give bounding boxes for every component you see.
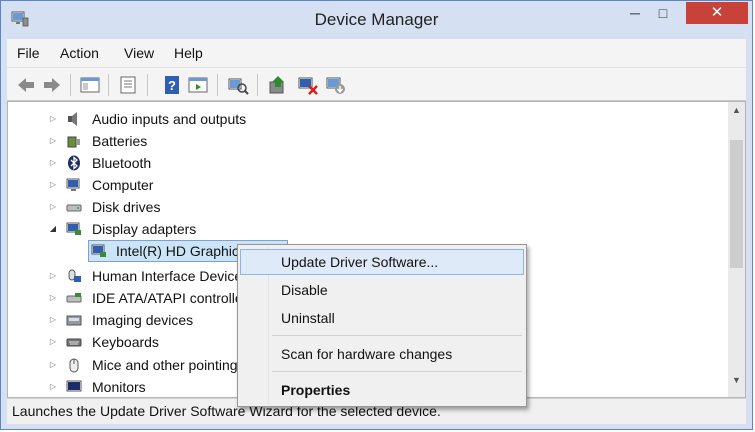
tree-item-label: Bluetooth bbox=[92, 155, 152, 171]
expand-arrow-icon[interactable]: ▷ bbox=[48, 196, 58, 218]
tree-item-label: Imaging devices bbox=[92, 312, 194, 328]
speaker-icon bbox=[68, 112, 77, 126]
expand-arrow-icon[interactable]: ▷ bbox=[48, 130, 58, 152]
menu-file[interactable]: File bbox=[17, 39, 40, 67]
scroll-up-arrow-icon[interactable]: ▲ bbox=[728, 102, 745, 119]
tree-item-monitors[interactable]: ▷ Monitors bbox=[8, 376, 258, 397]
menu-scan-for-hardware-changes[interactable]: Scan for hardware changes bbox=[240, 341, 524, 367]
tree-item-label: Display adapters bbox=[92, 221, 197, 237]
menu-action[interactable]: Action bbox=[60, 39, 99, 67]
maximize-button[interactable]: □ bbox=[649, 2, 677, 24]
tree-item-label: Batteries bbox=[92, 133, 148, 149]
display-adapter-icon bbox=[91, 244, 106, 257]
context-menu-separator bbox=[272, 335, 522, 336]
menu-uninstall[interactable]: Uninstall bbox=[240, 305, 524, 331]
collapse-arrow-icon[interactable]: ◢ bbox=[48, 218, 58, 240]
tree-item-label: Intel(R) HD Graphics bbox=[116, 243, 246, 259]
expand-arrow-icon[interactable]: ▷ bbox=[48, 152, 58, 174]
forward-arrow-icon[interactable] bbox=[41, 74, 63, 96]
battery-icon bbox=[67, 136, 80, 148]
action-pane-icon[interactable] bbox=[187, 74, 209, 96]
tree-item-batteries[interactable]: ▷ Batteries bbox=[8, 130, 258, 152]
toolbar-separator bbox=[70, 74, 71, 96]
toolbar-separator bbox=[108, 74, 109, 96]
scroll-down-arrow-icon[interactable]: ▼ bbox=[728, 372, 745, 389]
tree-item-keyboards[interactable]: ▷ Keyboards bbox=[8, 331, 258, 353]
menu-disable[interactable]: Disable bbox=[240, 277, 524, 303]
menu-help[interactable]: Help bbox=[174, 39, 203, 67]
tree-item-disk-drives[interactable]: ▷ Disk drives bbox=[8, 196, 258, 218]
ide-controller-icon bbox=[66, 293, 82, 303]
back-arrow-icon[interactable] bbox=[15, 74, 37, 96]
expand-arrow-icon[interactable]: ▷ bbox=[48, 376, 58, 397]
context-menu: Update Driver Software... Disable Uninst… bbox=[237, 244, 527, 407]
tree-item-computer[interactable]: ▷ Computer bbox=[8, 174, 258, 196]
tree-item-label: Monitors bbox=[92, 379, 146, 395]
tree-item-mice[interactable]: ▷ Mice and other pointing devices bbox=[8, 354, 289, 376]
disk-drive-icon bbox=[66, 204, 82, 212]
monitor-icon bbox=[66, 380, 82, 392]
expand-arrow-icon[interactable]: ▷ bbox=[48, 108, 58, 130]
vertical-scrollbar[interactable]: ▲ ▼ bbox=[728, 102, 745, 397]
scroll-thumb[interactable] bbox=[730, 140, 743, 268]
tree-item-ide-ata-atapi[interactable]: ▷ IDE ATA/ATAPI controllers bbox=[8, 287, 258, 309]
tree-item-label: IDE ATA/ATAPI controllers bbox=[92, 290, 255, 306]
bluetooth-icon bbox=[68, 155, 80, 171]
context-menu-separator bbox=[272, 371, 522, 372]
tree-item-imaging-devices[interactable]: ▷ Imaging devices bbox=[8, 309, 258, 331]
scan-hardware-icon[interactable] bbox=[227, 74, 249, 96]
tree-item-bluetooth[interactable]: ▷ Bluetooth bbox=[8, 152, 258, 174]
mouse-icon bbox=[69, 358, 79, 373]
expand-arrow-icon[interactable]: ▷ bbox=[48, 331, 58, 353]
properties-icon[interactable] bbox=[117, 74, 139, 96]
tree-item-audio[interactable]: ▷ Audio inputs and outputs bbox=[8, 108, 258, 130]
svg-text:?: ? bbox=[168, 78, 176, 93]
display-adapter-icon bbox=[66, 222, 81, 235]
menu-bar: File Action View Help bbox=[7, 39, 746, 67]
close-button[interactable]: ✕ bbox=[686, 2, 748, 24]
expand-arrow-icon[interactable]: ▷ bbox=[48, 174, 58, 196]
expand-arrow-icon[interactable]: ▷ bbox=[48, 354, 58, 376]
toolbar-separator bbox=[257, 74, 258, 96]
menu-view[interactable]: View bbox=[124, 39, 154, 67]
tree-item-label: Disk drives bbox=[92, 199, 161, 215]
minimize-button[interactable]: ─ bbox=[621, 2, 649, 24]
expand-arrow-icon[interactable]: ▷ bbox=[48, 309, 58, 331]
tree-item-display-adapters[interactable]: ◢ Display adapters bbox=[8, 218, 258, 240]
uninstall-device-icon[interactable] bbox=[325, 74, 347, 96]
hid-icon bbox=[68, 269, 81, 282]
computer-icon bbox=[66, 178, 80, 191]
tree-item-human-interface-devices[interactable]: ▷ Human Interface Devices bbox=[8, 265, 258, 287]
help-icon[interactable]: ? bbox=[161, 74, 183, 96]
expand-arrow-icon[interactable]: ▷ bbox=[48, 287, 58, 309]
expand-arrow-icon[interactable]: ▷ bbox=[48, 265, 58, 287]
disable-device-icon[interactable] bbox=[297, 74, 319, 96]
keyboard-icon bbox=[66, 338, 82, 347]
tree-item-label: Computer bbox=[92, 177, 154, 193]
toolbar: ? bbox=[7, 67, 746, 101]
tree-item-label: Audio inputs and outputs bbox=[92, 111, 247, 127]
menu-properties[interactable]: Properties bbox=[240, 377, 524, 403]
tree-item-label: Keyboards bbox=[92, 334, 159, 350]
menu-update-driver-software[interactable]: Update Driver Software... bbox=[240, 249, 524, 275]
tree-item-label: Human Interface Devices bbox=[92, 268, 250, 284]
title-bar[interactable]: Device Manager ─ □ ✕ bbox=[1, 1, 752, 39]
scanner-icon bbox=[66, 315, 82, 326]
show-hide-console-tree-icon[interactable] bbox=[79, 74, 101, 96]
toolbar-separator bbox=[147, 74, 148, 96]
update-driver-icon[interactable] bbox=[267, 74, 289, 96]
toolbar-separator bbox=[217, 74, 218, 96]
